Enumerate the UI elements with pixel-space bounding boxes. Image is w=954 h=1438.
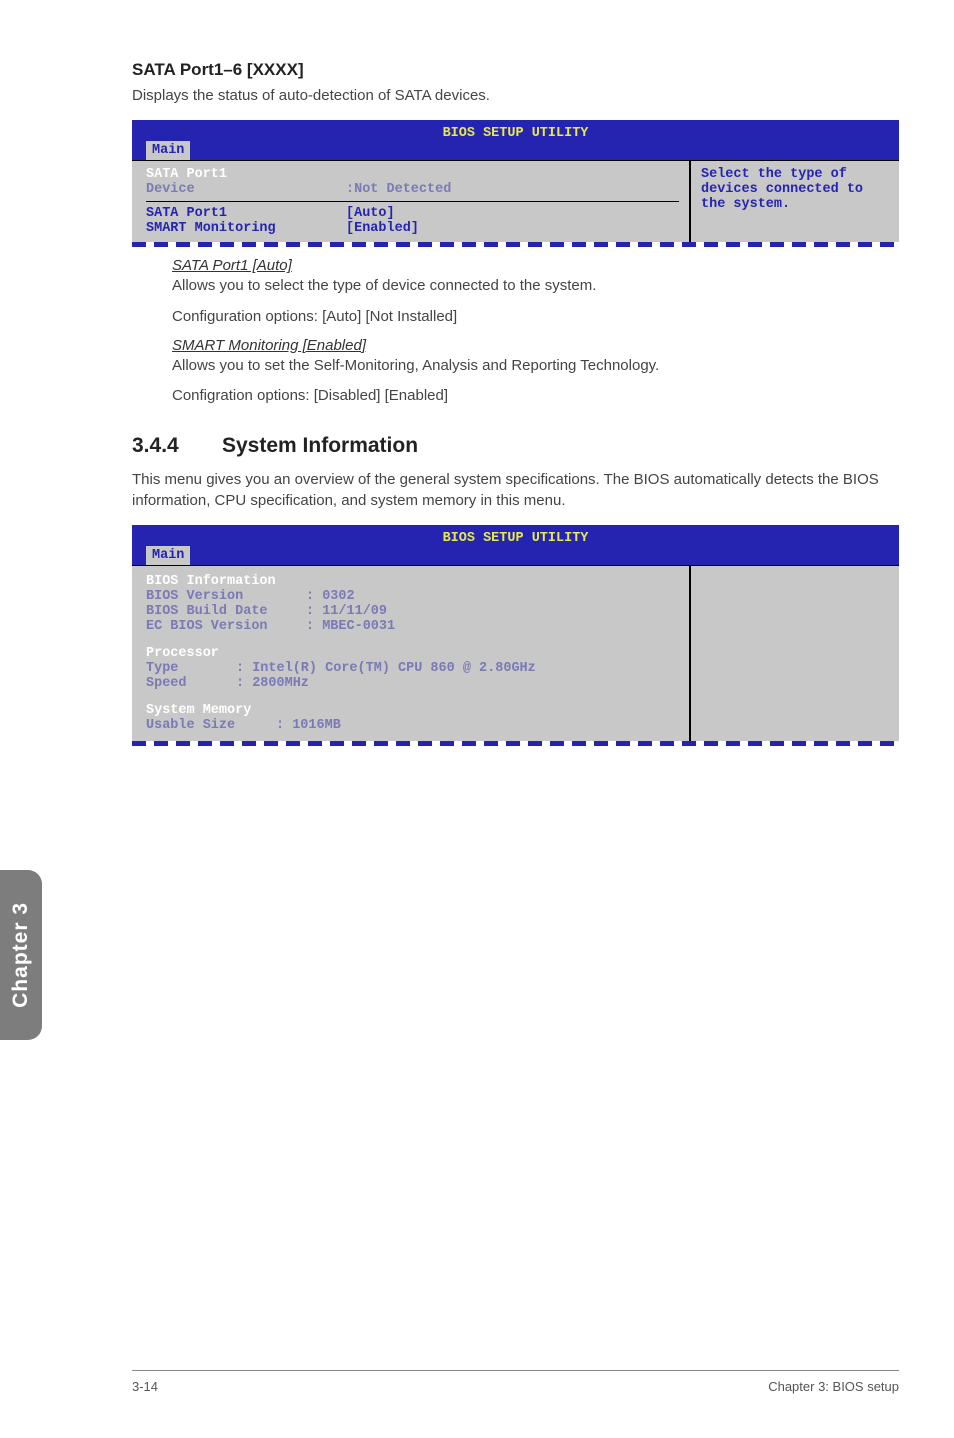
section-title: System Information — [222, 434, 418, 457]
option-desc: Allows you to select the type of device … — [172, 276, 899, 296]
option-config: Configration options: [Disabled] [Enable… — [172, 386, 899, 406]
bios-info-group: Processor — [146, 646, 306, 661]
bios-info-label: Speed — [146, 676, 236, 691]
bios-device-label: Device — [146, 182, 346, 197]
bios-group-label: SATA Port1 — [146, 167, 346, 182]
bios-info-value: : Intel(R) Core(TM) CPU 860 @ 2.80GHz — [236, 661, 536, 676]
section-body: This menu gives you an overview of the g… — [132, 470, 899, 511]
bios-help-pane: Select the type of devices connected to … — [689, 161, 899, 242]
bios-info-value: : 2800MHz — [236, 676, 309, 691]
page-footer: 3-14 Chapter 3: BIOS setup — [132, 1370, 899, 1394]
bios-torn-edge — [132, 242, 899, 247]
option-title: SMART Monitoring [Enabled] — [172, 337, 899, 354]
bios-tab-main[interactable]: Main — [146, 546, 190, 565]
option-desc: Allows you to set the Self-Monitoring, A… — [172, 356, 899, 376]
bios-info-pane: BIOS Information BIOS Version: 0302 BIOS… — [132, 566, 689, 741]
bios-separator — [146, 201, 679, 202]
section-heading: 3.4.4System Information — [132, 434, 899, 458]
bios-info-group: System Memory — [146, 703, 306, 718]
bios-left-pane: SATA Port1 Device :Not Detected SATA Por… — [132, 161, 689, 242]
bios-row-value[interactable]: [Auto] — [346, 206, 395, 221]
sata-heading: SATA Port1–6 [XXXX] — [132, 60, 899, 80]
bios-header: BIOS SETUP UTILITY Main — [132, 120, 899, 160]
bios-help-pane-empty — [689, 566, 899, 741]
chapter-side-tab-text: Chapter 3 — [9, 902, 33, 1008]
bios-info-label: EC BIOS Version — [146, 619, 306, 634]
option-config: Configuration options: [Auto] [Not Insta… — [172, 307, 899, 327]
bios-torn-edge — [132, 741, 899, 746]
bios-info-label: Usable Size — [146, 718, 276, 733]
bios-row-value[interactable]: [Enabled] — [346, 221, 419, 236]
bios-panel-sata: BIOS SETUP UTILITY Main SATA Port1 Devic… — [132, 120, 899, 247]
bios-info-value: : 0302 — [306, 589, 355, 604]
bios-info-value: : 11/11/09 — [306, 604, 387, 619]
bios-row-label[interactable]: SMART Monitoring — [146, 221, 346, 236]
bios-header: BIOS SETUP UTILITY Main — [132, 525, 899, 565]
bios-tab-main[interactable]: Main — [146, 141, 190, 160]
bios-title: BIOS SETUP UTILITY — [140, 124, 891, 141]
chapter-side-tab: Chapter 3 — [0, 870, 42, 1040]
bios-info-value: : 1016MB — [276, 718, 341, 733]
bios-info-value: : MBEC-0031 — [306, 619, 395, 634]
bios-info-label: BIOS Build Date — [146, 604, 306, 619]
footer-chapter-title: Chapter 3: BIOS setup — [768, 1379, 899, 1394]
bios-panel-sysinfo: BIOS SETUP UTILITY Main BIOS Information… — [132, 525, 899, 746]
sata-intro-text: Displays the status of auto-detection of… — [132, 86, 899, 106]
bios-title: BIOS SETUP UTILITY — [140, 529, 891, 546]
section-number: 3.4.4 — [132, 434, 222, 458]
bios-info-label: Type — [146, 661, 236, 676]
bios-row-label[interactable]: SATA Port1 — [146, 206, 346, 221]
bios-info-label: BIOS Version — [146, 589, 306, 604]
bios-device-value: :Not Detected — [346, 182, 451, 197]
bios-info-group: BIOS Information — [146, 574, 306, 589]
footer-page-number: 3-14 — [132, 1379, 158, 1394]
option-title: SATA Port1 [Auto] — [172, 257, 899, 274]
